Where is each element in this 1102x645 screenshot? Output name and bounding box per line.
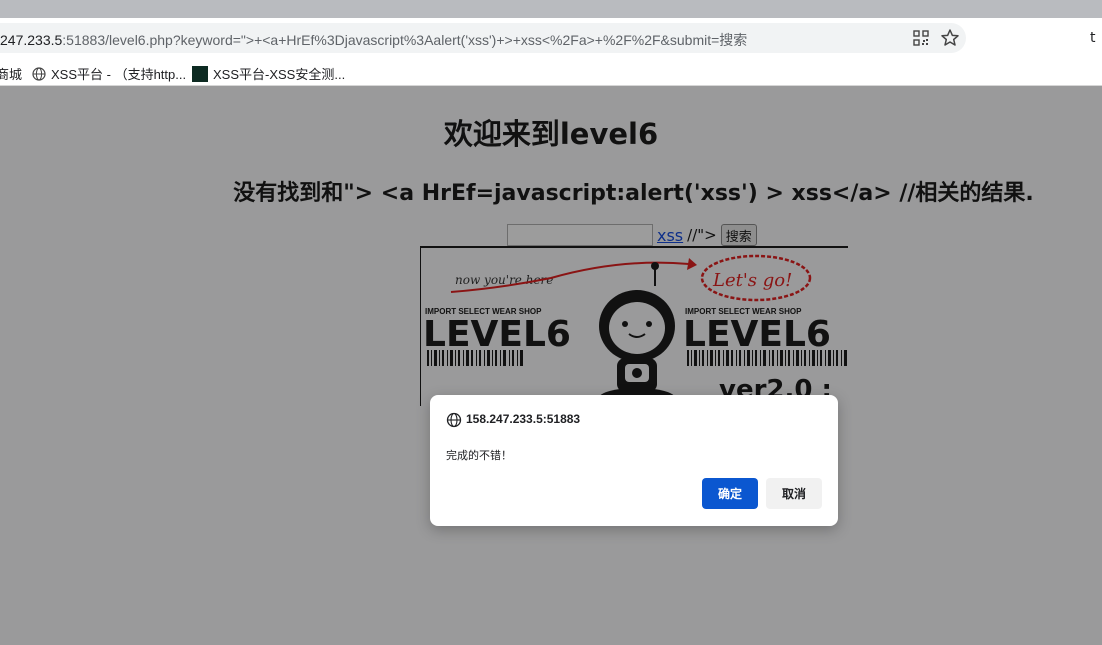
ok-button[interactable]: 确定 bbox=[702, 478, 758, 509]
site-thumbnail-icon bbox=[192, 65, 208, 82]
url-text[interactable]: 247.233.5:51883/level6.php?keyword=">+<a… bbox=[0, 30, 747, 50]
address-bar[interactable]: 247.233.5:51883/level6.php?keyword=">+<a… bbox=[0, 23, 966, 53]
injected-xss-link[interactable]: xss bbox=[657, 226, 683, 245]
search-button[interactable]: 搜索 bbox=[720, 224, 757, 246]
injected-tail-text: //"> bbox=[687, 226, 717, 244]
bookmark-label: XSS平台 - （支持http... bbox=[51, 67, 187, 82]
poster-level-right: LEVEL6 bbox=[683, 314, 831, 355]
search-form: xss //"> 搜索 bbox=[507, 223, 757, 247]
keyword-input[interactable] bbox=[507, 224, 653, 246]
globe-icon bbox=[446, 412, 462, 428]
bookmark-item[interactable]: XSS平台 - （支持http... bbox=[32, 64, 186, 83]
bookmark-item[interactable]: XSS平台-XSS安全测... bbox=[192, 64, 345, 83]
poster-level-left: LEVEL6 bbox=[423, 314, 571, 355]
poster-handwritten-right: Let's go! bbox=[712, 270, 792, 291]
url-host: 247.233.5 bbox=[0, 32, 63, 48]
tab-strip bbox=[0, 0, 1102, 18]
robot-mascot-illustration bbox=[599, 262, 675, 406]
tab-search-icon[interactable]: t bbox=[1090, 30, 1096, 46]
javascript-alert-dialog: 158.247.233.5:51883 完成的不错！ 确定 取消 bbox=[430, 395, 838, 526]
page-content: 欢迎来到level6 没有找到和"> <a HrEf=javascript:al… bbox=[0, 87, 1102, 645]
globe-icon bbox=[32, 66, 46, 81]
dialog-origin: 158.247.233.5:51883 bbox=[466, 412, 581, 426]
bookmark-label: XSS平台-XSS安全测... bbox=[213, 67, 346, 82]
bookmark-star-icon[interactable] bbox=[940, 28, 960, 48]
bookmarks-bar: 商城 XSS平台 - （支持http... XSS平台-XSS安全测... bbox=[0, 58, 1102, 86]
dialog-message: 完成的不错！ bbox=[446, 449, 512, 462]
bookmark-label: 商城 bbox=[0, 67, 23, 82]
cancel-button[interactable]: 取消 bbox=[766, 478, 822, 509]
bookmark-item[interactable]: 商城 bbox=[0, 64, 22, 83]
level-poster-image: now you're here Let's go! IMPORT SELECT … bbox=[420, 246, 848, 406]
page-title: 欢迎来到level6 bbox=[443, 117, 659, 151]
search-result-heading: 没有找到和"> <a HrEf=javascript:alert('xss') … bbox=[233, 181, 1034, 206]
qr-code-icon[interactable] bbox=[913, 30, 929, 46]
url-path: :51883/level6.php?keyword=">+<a+HrEf%3Dj… bbox=[62, 32, 748, 48]
